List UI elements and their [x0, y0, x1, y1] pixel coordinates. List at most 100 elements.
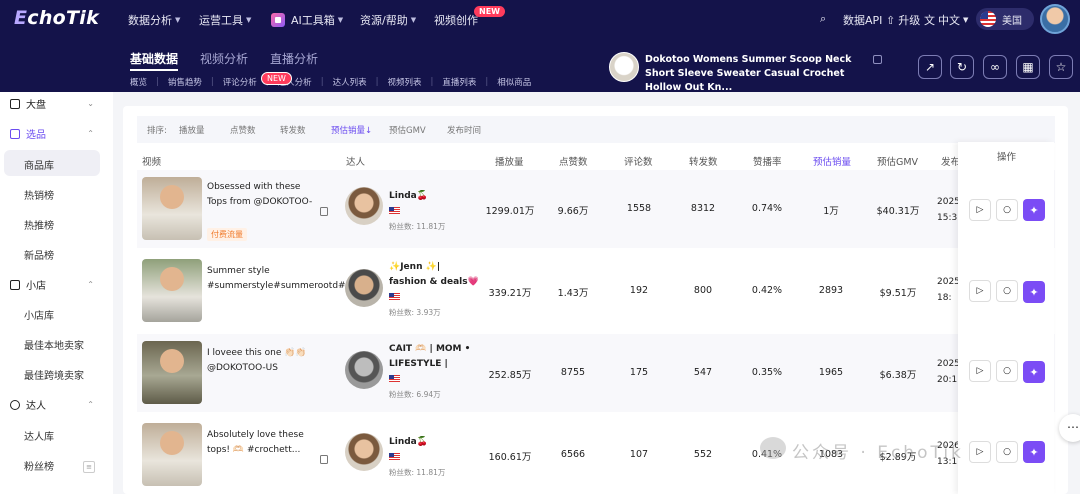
qrcode-icon[interactable]: ▦ [1016, 55, 1040, 79]
video-title[interactable]: Obsessed with these Tops from @DOKOTOO-U… [207, 180, 315, 210]
nav-video-creation[interactable]: 视频创作 NEW [434, 6, 505, 28]
creator-name[interactable]: CAIT 🫶🏻 | MOM • LIFESTYLE | [389, 342, 479, 372]
play-icon[interactable]: ▷ [969, 280, 991, 302]
link-sales-trend[interactable]: 销售趋势 [168, 76, 202, 88]
ai-analysis-icon[interactable]: ✦ [1023, 361, 1045, 383]
tab-video-analysis[interactable]: 视频分析 [200, 50, 248, 71]
sort-likes[interactable]: 点赞数 [230, 124, 256, 136]
language-selector[interactable]: 文中文 ▼ [924, 12, 968, 28]
video-table-card: 排序: 播放量 点赞数 转发数 预估销量↓ 预估GMV 发布时间 视频 达人 播… [123, 106, 1068, 494]
sidebar-group-creators[interactable]: 达人 ⌃ [10, 397, 94, 412]
new-badge: NEW [474, 6, 505, 17]
col-like-rate[interactable]: 赞播率 [753, 154, 782, 168]
creator-name[interactable]: Linda🍒 [389, 435, 479, 450]
link-live-list[interactable]: 直播列表 [442, 76, 476, 88]
col-est-sales[interactable]: 预估销量 [813, 154, 851, 168]
search-icon[interactable]: ○ [996, 441, 1018, 463]
col-plays[interactable]: 播放量 [495, 154, 524, 168]
sidebar-item-hot-sales[interactable]: 热销榜 [24, 187, 54, 202]
nav-resources-help[interactable]: 资源/帮助 ▼ [360, 12, 416, 28]
refresh-icon[interactable]: ↻ [950, 55, 974, 79]
copy-icon[interactable] [320, 207, 328, 216]
video-title[interactable]: I loveee this one 👏🏻👏🏻 @DOKOTOO-US #doko… [207, 346, 315, 376]
nav-ops-tools[interactable]: 运营工具 ▼ [199, 12, 251, 28]
shares: 8312 [690, 203, 716, 214]
link-overview[interactable]: 概览 [130, 76, 147, 88]
sidebar-item-best-crossborder-sellers[interactable]: 最佳跨境卖家 [24, 367, 84, 382]
play-icon[interactable]: ▷ [969, 360, 991, 382]
play-icon[interactable]: ▷ [969, 441, 991, 463]
ai-analysis-icon[interactable]: ✦ [1023, 281, 1045, 303]
table-row[interactable]: Obsessed with these Tops from @DOKOTOO-U… [137, 170, 1055, 248]
col-comments[interactable]: 评论数 [624, 154, 653, 168]
more-icon[interactable]: ⋯ [1059, 414, 1080, 442]
sort-publish-time[interactable]: 发布时间 [447, 124, 481, 136]
link-video-list[interactable]: 视频列表 [387, 76, 421, 88]
tab-live-analysis[interactable]: 直播分析 [270, 50, 318, 71]
search-icon[interactable]: ○ [996, 280, 1018, 302]
share-icon[interactable]: ↗ [918, 55, 942, 79]
table-row[interactable]: I loveee this one 👏🏻👏🏻 @DOKOTOO-US #doko… [137, 334, 1055, 412]
collapse-sidebar-icon[interactable]: ≡ [83, 461, 95, 473]
link-icon[interactable]: ∞ [983, 55, 1007, 79]
creator-avatar[interactable] [345, 433, 383, 471]
sidebar-item-fans-ranking[interactable]: 粉丝榜 [24, 458, 54, 473]
sort-est-sales[interactable]: 预估销量↓ [331, 124, 372, 136]
sidebar-group-shop[interactable]: 小店 ⌃ [10, 277, 94, 292]
creator-name[interactable]: ✨Jenn ✨| fashion & deals💗 [389, 260, 479, 290]
creator-avatar[interactable] [345, 351, 383, 389]
video-thumbnail[interactable] [142, 341, 202, 404]
comments: 107 [629, 449, 649, 460]
star-icon[interactable]: ☆ [1049, 55, 1073, 79]
creator-avatar[interactable] [345, 187, 383, 225]
data-api-link[interactable]: 数据API [843, 12, 882, 28]
sort-shares[interactable]: 转发数 [280, 124, 306, 136]
tab-basic-data[interactable]: 基础数据 [130, 50, 178, 71]
upgrade-button[interactable]: ⇧ 升级 [886, 12, 920, 28]
sidebar-item-product-library[interactable]: 商品库 [24, 157, 54, 172]
echotik-logo[interactable]: EchoTik [14, 7, 99, 29]
video-title[interactable]: Summer style #summerstyle#summerootd#do [207, 264, 347, 294]
col-likes[interactable]: 点赞数 [559, 154, 588, 168]
sidebar-item-shop-library[interactable]: 小店库 [24, 307, 54, 322]
sidebar: 大盘 ⌄ 选品 ⌃ 商品库 热销榜 热推榜 新品榜 小店 ⌃ 小店库 最佳本地卖家 最… [0, 92, 113, 494]
video-thumbnail[interactable] [142, 177, 202, 240]
sidebar-item-creator-library[interactable]: 达人库 [24, 428, 54, 443]
search-icon[interactable]: ○ [996, 199, 1018, 221]
play-icon[interactable]: ▷ [969, 199, 991, 221]
region-selector[interactable]: 美国 [976, 8, 1034, 30]
copy-icon[interactable] [873, 55, 882, 64]
creator-avatar[interactable] [345, 269, 383, 307]
col-actions: 操作 [997, 152, 1017, 163]
search-icon[interactable]: ⌕ [820, 12, 826, 26]
link-creator-list[interactable]: 达人列表 [333, 76, 367, 88]
user-avatar[interactable] [1040, 4, 1070, 34]
sidebar-group-selection[interactable]: 选品 ⌃ [10, 126, 94, 141]
creator-name[interactable]: Linda🍒 [389, 189, 479, 204]
link-comment-analysis[interactable]: 评论分析 [223, 76, 257, 88]
chevron-down-icon: ▼ [963, 16, 969, 24]
sidebar-item-best-local-sellers[interactable]: 最佳本地卖家 [24, 337, 84, 352]
sort-plays[interactable]: 播放量 [179, 124, 205, 136]
nav-ai-toolbox[interactable]: AI工具箱 ▼ [271, 12, 343, 28]
ai-analysis-icon[interactable]: ✦ [1023, 199, 1045, 221]
sidebar-group-market[interactable]: 大盘 ⌄ [10, 96, 94, 111]
col-shares[interactable]: 转发数 [689, 154, 718, 168]
sidebar-item-new-products[interactable]: 新品榜 [24, 247, 54, 262]
link-similar-products[interactable]: 相似商品 [497, 76, 531, 88]
video-title[interactable]: Absolutely love these tops! 🫶🏻 #crochett… [207, 428, 315, 458]
copy-icon[interactable] [320, 455, 328, 464]
video-thumbnail[interactable] [142, 423, 202, 486]
nav-data-analysis[interactable]: 数据分析 ▼ [128, 12, 180, 28]
plays: 1299.01万 [485, 206, 535, 217]
video-thumbnail[interactable] [142, 259, 202, 322]
shop-icon [10, 279, 20, 290]
search-icon[interactable]: ○ [996, 360, 1018, 382]
sort-label: 排序: [147, 125, 167, 136]
ai-analysis-icon[interactable]: ✦ [1023, 441, 1045, 463]
chevron-down-icon: ⌄ [87, 99, 94, 108]
col-est-gmv[interactable]: 预估GMV [877, 154, 918, 168]
sidebar-item-hot-promo[interactable]: 热推榜 [24, 217, 54, 232]
sort-est-gmv[interactable]: 预估GMV [389, 124, 426, 136]
table-row[interactable]: Summer style #summerstyle#summerootd#do … [137, 252, 1055, 330]
